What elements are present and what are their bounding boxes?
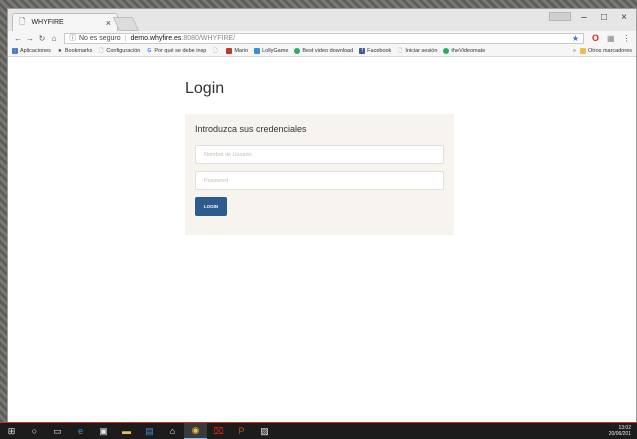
taskbar: ⊞ ○ ▭ e ▣ ▬ ▤ ⌂ ◉ ⌧ P ▨ 13:02 20/06/201 [0, 422, 637, 439]
address-separator: | [124, 34, 127, 42]
menu-icon[interactable]: ⋮ [623, 34, 631, 43]
folder-icon [579, 47, 586, 54]
login-card: Introduzca sus credenciales LOGIN [185, 114, 454, 235]
bookmark-label: Configuración [106, 47, 141, 54]
forward-icon[interactable]: → [24, 34, 36, 43]
bookmark-label: Facebook [367, 47, 392, 54]
bookmark-item[interactable]: Mario [226, 47, 249, 54]
file-explorer-icon[interactable]: ▬ [115, 423, 138, 439]
password-input[interactable] [195, 171, 444, 190]
windows-start-icon[interactable]: ⊞ [0, 423, 23, 439]
bookmark-label: Bookmarks [64, 47, 93, 54]
tab-close-icon[interactable]: × [106, 18, 111, 28]
tab-title: WHYFIRE [31, 19, 64, 26]
bookmark-label: theVideomate [451, 47, 486, 54]
card-title: Introduzca sus credenciales [195, 124, 307, 134]
bookmarks-more-icon[interactable]: » [573, 48, 576, 54]
home-icon[interactable]: ⌂ [161, 423, 184, 439]
minimize-icon[interactable]: – [574, 11, 594, 25]
videomate-icon [443, 47, 450, 54]
url-path: :8080/WHYFIRE/ [181, 34, 236, 42]
clock-date: 20/06/201 [608, 431, 631, 437]
bookmark-item[interactable]: ⋮ Aplicaciones [12, 47, 51, 54]
bookmark-label: Iniciar sesión [405, 47, 438, 54]
outlook-icon[interactable]: ▤ [138, 423, 161, 439]
bookmark-item[interactable]: G Por qué se debe insp [146, 48, 206, 54]
url-host: demo.whyfire.es [130, 34, 182, 42]
extension-icon[interactable]: ▦ [607, 34, 615, 43]
edge-icon[interactable]: e [69, 423, 92, 439]
mario-icon [226, 47, 233, 54]
facebook-icon: f [359, 47, 366, 54]
address-bar[interactable]: ⓘ No es seguro | demo.whyfire.es :8080/W… [64, 32, 584, 44]
profile-button[interactable] [549, 12, 571, 21]
browser-toolbar: ← → ↻ ⌂ ⓘ No es seguro | demo.whyfire.es… [8, 31, 636, 45]
security-label: No es seguro [79, 34, 121, 42]
login-button[interactable]: LOGIN [195, 197, 227, 216]
bookmarks-bar: ⋮ Aplicaciones ★ Bookmarks 🗋 Configuraci… [8, 45, 636, 57]
bookmark-label: Aplicaciones [20, 47, 51, 54]
tab-whyfire[interactable]: 🗋 WHYFIRE × [12, 13, 118, 31]
photos-icon[interactable]: ▨ [253, 423, 276, 439]
chrome-icon[interactable]: ◉ [184, 422, 207, 439]
bookmark-item[interactable]: 🗋 [212, 48, 220, 54]
bookmark-label: Best video download [302, 47, 354, 54]
lolly-icon [254, 47, 261, 54]
bookmark-item[interactable]: f Facebook [359, 47, 392, 54]
bookmark-item[interactable]: LollyGame [254, 47, 289, 54]
browser-window: 🗋 WHYFIRE × – □ × ← → ↻ ⌂ ⓘ No es seguro… [7, 8, 637, 423]
info-icon[interactable]: ⓘ [69, 33, 76, 43]
page-icon: 🗋 [19, 16, 26, 26]
home-icon[interactable]: ⌂ [48, 34, 60, 43]
bookmark-item[interactable]: 🗋 Configuración [98, 48, 140, 54]
bookmark-item[interactable]: 🗋 Iniciar sesión [397, 48, 437, 54]
close-icon[interactable]: × [614, 11, 634, 25]
apps-icon: ⋮ [12, 47, 18, 54]
bookmark-item[interactable]: ★ Bookmarks [57, 48, 93, 54]
reload-icon[interactable]: ↻ [36, 34, 48, 43]
powerpoint-icon[interactable]: P [230, 423, 253, 439]
other-bookmarks[interactable]: Otros marcadores [579, 47, 632, 54]
video-icon [294, 47, 301, 54]
maximize-icon[interactable]: □ [594, 11, 614, 25]
other-bookmarks-label: Otros marcadores [587, 47, 632, 54]
username-input[interactable] [195, 145, 444, 164]
bookmark-label: Por qué se debe insp [154, 47, 207, 54]
page-icon: 🗋 [398, 47, 403, 54]
page-title: Login [185, 80, 225, 97]
search-icon[interactable]: ○ [23, 423, 46, 439]
bookmark-label: Mario [234, 47, 249, 54]
opera-icon[interactable]: O [592, 33, 599, 43]
page-content: Login Introduzca sus credenciales LOGIN [8, 58, 636, 423]
bookmark-star-icon[interactable]: ★ [572, 34, 579, 43]
task-view-icon[interactable]: ▭ [46, 423, 69, 439]
store-icon[interactable]: ▣ [92, 423, 115, 439]
page-icon: 🗋 [213, 47, 218, 54]
page-icon: 🗋 [99, 47, 104, 54]
star-icon: ★ [57, 47, 63, 54]
pdf-icon[interactable]: ⌧ [207, 423, 230, 439]
tab-strip: 🗋 WHYFIRE × – □ × [8, 9, 636, 31]
google-icon: G [147, 47, 152, 54]
bookmark-label: LollyGame [262, 47, 289, 54]
bookmark-item[interactable]: theVideomate [443, 47, 486, 54]
back-icon[interactable]: ← [12, 34, 24, 43]
bookmark-item[interactable]: Best video download [294, 47, 354, 54]
system-clock[interactable]: 13:02 20/06/201 [609, 425, 631, 437]
